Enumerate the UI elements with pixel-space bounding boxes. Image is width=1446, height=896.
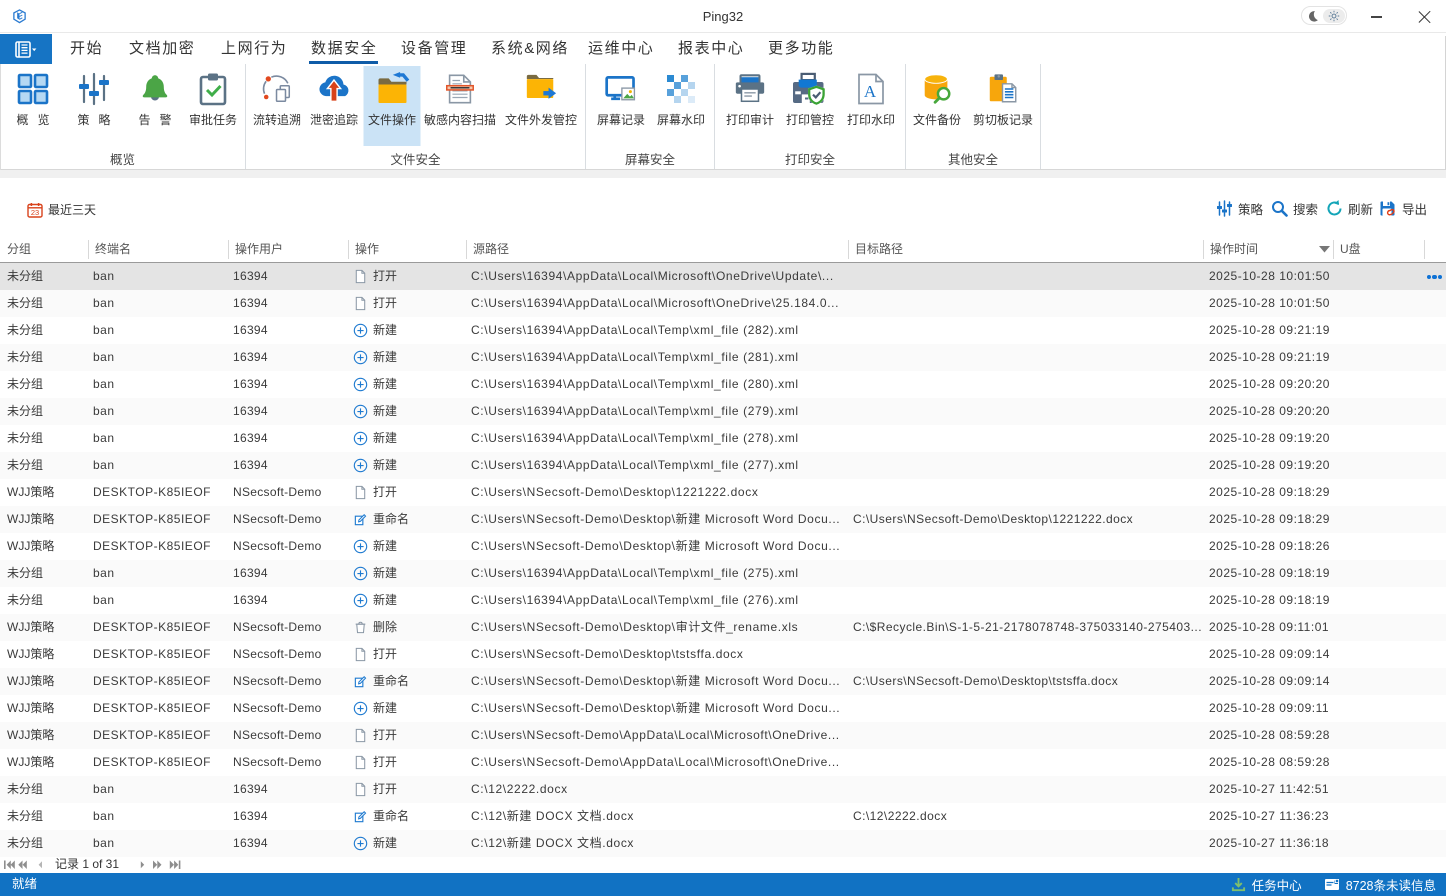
svg-text:A: A bbox=[864, 82, 877, 101]
svg-text:23: 23 bbox=[31, 208, 39, 217]
